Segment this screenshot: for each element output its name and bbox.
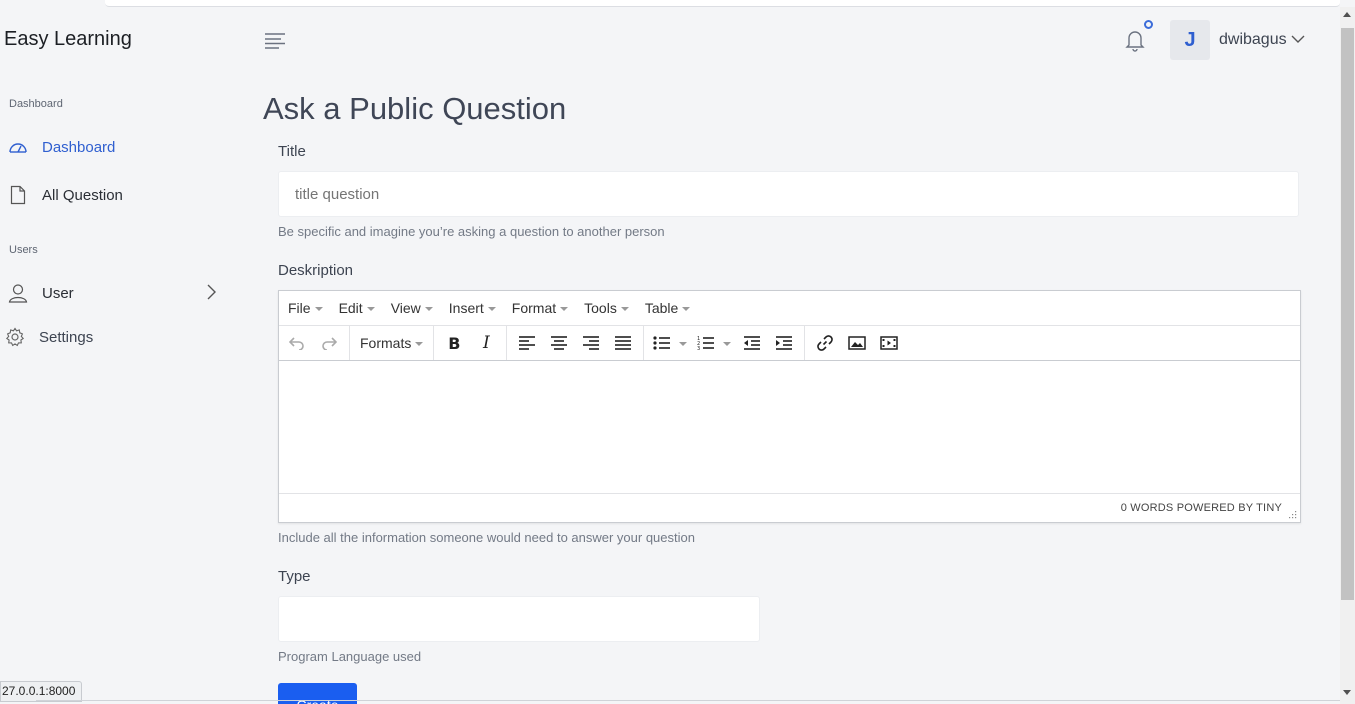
sidebar-section-dashboard: Dashboard — [9, 98, 63, 110]
caret-down-icon — [723, 341, 732, 346]
user-icon — [8, 283, 28, 303]
scroll-down-arrow-icon[interactable] — [1343, 690, 1351, 695]
caret-down-icon — [487, 306, 496, 311]
menu-view[interactable]: View — [391, 300, 433, 316]
align-justify-icon[interactable] — [607, 329, 639, 357]
align-right-icon[interactable] — [575, 329, 607, 357]
resize-handle-icon[interactable] — [1289, 511, 1297, 519]
top-frame-edge — [105, 0, 1340, 7]
bottom-frame-edge — [36, 700, 1340, 704]
menu-format[interactable]: Format — [512, 300, 569, 316]
editor-statusbar: 0 WORDS POWERED BY TINY — [279, 493, 1300, 522]
menu-insert[interactable]: Insert — [449, 300, 496, 316]
page-title: Ask a Public Question — [263, 91, 567, 126]
outdent-icon[interactable] — [736, 329, 768, 357]
browser-status-url: 27.0.0.1:8000 — [0, 681, 83, 702]
editor-menubar: File Edit View Insert Format Tools Table — [279, 291, 1300, 326]
type-label: Type — [278, 568, 311, 585]
menu-table[interactable]: Table — [645, 300, 691, 316]
type-input[interactable] — [278, 596, 760, 642]
chevron-down-icon[interactable] — [1290, 33, 1306, 45]
caret-down-icon — [314, 306, 323, 311]
sidebar-item-label: Dashboard — [42, 138, 116, 156]
media-icon[interactable] — [873, 329, 905, 357]
caret-down-icon — [682, 306, 691, 311]
notification-bell-icon[interactable] — [1124, 28, 1146, 52]
sidebar-item-all-question[interactable]: All Question — [8, 185, 123, 205]
redo-icon[interactable] — [313, 329, 345, 357]
align-left-icon[interactable] — [511, 329, 543, 357]
bullet-list-icon[interactable] — [648, 329, 692, 357]
undo-icon[interactable] — [281, 329, 313, 357]
scrollbar-thumb[interactable] — [1341, 28, 1354, 600]
type-help-text: Program Language used — [278, 649, 422, 664]
editor-toolbar: Formats B I 123 — [279, 326, 1300, 361]
title-label: Title — [278, 143, 306, 160]
link-icon[interactable] — [809, 329, 841, 357]
bold-icon[interactable]: B — [438, 329, 470, 357]
caret-down-icon — [424, 306, 433, 311]
description-label: Deskription — [278, 262, 354, 279]
svg-text:3: 3 — [697, 346, 700, 351]
avatar[interactable]: J — [1170, 20, 1210, 60]
notification-dot — [1144, 20, 1153, 29]
formats-dropdown[interactable]: Formats — [354, 335, 429, 351]
caret-down-icon — [560, 306, 569, 311]
caret-down-icon — [679, 341, 688, 346]
sidebar-item-label: Settings — [39, 328, 94, 346]
italic-icon[interactable]: I — [470, 329, 502, 357]
sidebar-item-user[interactable]: User — [8, 283, 74, 303]
menu-file[interactable]: File — [288, 300, 323, 316]
menu-toggle-icon[interactable] — [264, 31, 286, 49]
sidebar-item-label: User — [42, 284, 74, 302]
sidebar-item-settings[interactable]: Settings — [5, 327, 93, 347]
description-help-text: Include all the information someone woul… — [278, 530, 695, 545]
brand-logo[interactable]: Easy Learning — [4, 28, 132, 51]
caret-down-icon — [415, 341, 424, 346]
indent-icon[interactable] — [768, 329, 800, 357]
image-icon[interactable] — [841, 329, 873, 357]
word-count-status: 0 WORDS POWERED BY TINY — [1120, 502, 1282, 514]
align-center-icon[interactable] — [543, 329, 575, 357]
chevron-right-icon[interactable] — [205, 283, 217, 301]
menu-edit[interactable]: Edit — [339, 300, 375, 316]
title-help-text: Be specific and imagine you’re asking a … — [278, 224, 665, 239]
sidebar-item-dashboard[interactable]: Dashboard — [8, 137, 115, 157]
username[interactable]: dwibagus — [1219, 31, 1287, 49]
numbered-list-icon[interactable]: 123 — [692, 329, 736, 357]
dashboard-gauge-icon — [8, 137, 28, 157]
sidebar-item-label: All Question — [42, 186, 123, 204]
title-input[interactable] — [278, 171, 1299, 217]
menu-tools[interactable]: Tools — [584, 300, 629, 316]
caret-down-icon — [366, 306, 375, 311]
gear-icon — [5, 327, 25, 347]
rich-text-editor[interactable]: File Edit View Insert Format Tools Table… — [278, 290, 1301, 523]
scroll-up-arrow-icon[interactable] — [1343, 12, 1351, 17]
document-icon — [8, 185, 28, 205]
sidebar-section-users: Users — [9, 244, 38, 256]
caret-down-icon — [620, 306, 629, 311]
